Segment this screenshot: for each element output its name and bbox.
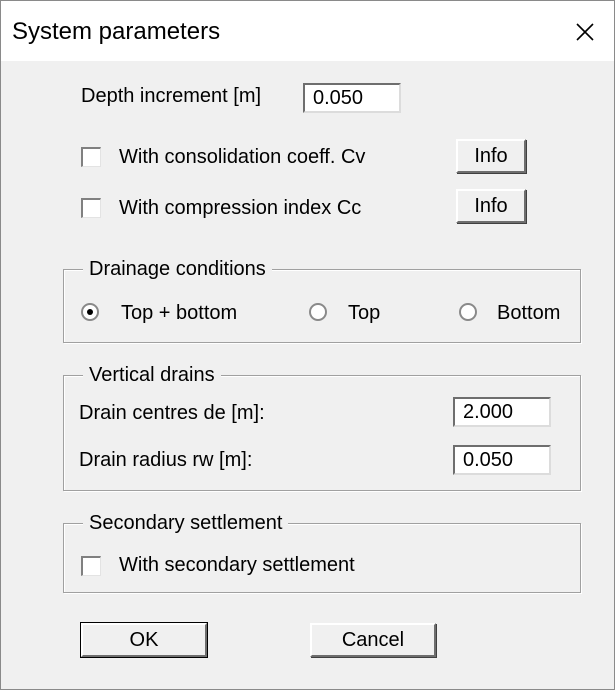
drain-centres-label: Drain centres de [m]:: [79, 402, 265, 424]
radio-top-label: Top: [348, 302, 381, 324]
close-icon: [576, 23, 594, 41]
radio-dot-icon: [87, 309, 93, 315]
drain-centres-input[interactable]: [453, 397, 551, 427]
depth-increment-label: Depth increment [m]: [81, 85, 262, 107]
radio-top[interactable]: [309, 303, 327, 321]
radio-top-bottom[interactable]: [81, 303, 99, 321]
ok-button[interactable]: OK: [80, 622, 208, 658]
vertical-drains-legend: Vertical drains: [83, 363, 221, 387]
compression-label: With compression index Cc: [119, 197, 362, 219]
window-title: System parameters: [12, 18, 221, 45]
secondary-settlement-legend: Secondary settlement: [83, 511, 289, 535]
compression-info-button[interactable]: Info: [456, 189, 526, 223]
drain-radius-input[interactable]: [453, 445, 551, 475]
radio-bottom-label: Bottom: [497, 302, 561, 324]
consolidation-checkbox[interactable]: [81, 147, 101, 167]
secondary-settlement-label: With secondary settlement: [119, 554, 355, 576]
drain-radius-label: Drain radius rw [m]:: [79, 449, 253, 471]
radio-bottom[interactable]: [459, 303, 477, 321]
drainage-conditions-legend: Drainage conditions: [83, 257, 272, 281]
consolidation-info-button[interactable]: Info: [456, 139, 526, 173]
system-parameters-dialog: System parameters Depth increment [m] Wi…: [0, 0, 615, 690]
secondary-settlement-checkbox[interactable]: [81, 556, 101, 576]
compression-checkbox[interactable]: [81, 198, 101, 218]
cancel-button[interactable]: Cancel: [310, 623, 436, 657]
title-bar[interactable]: System parameters: [1, 1, 614, 61]
radio-top-bottom-label: Top + bottom: [121, 302, 238, 324]
consolidation-label: With consolidation coeff. Cv: [119, 146, 366, 168]
close-button[interactable]: [554, 1, 614, 61]
depth-increment-input[interactable]: [303, 83, 401, 113]
